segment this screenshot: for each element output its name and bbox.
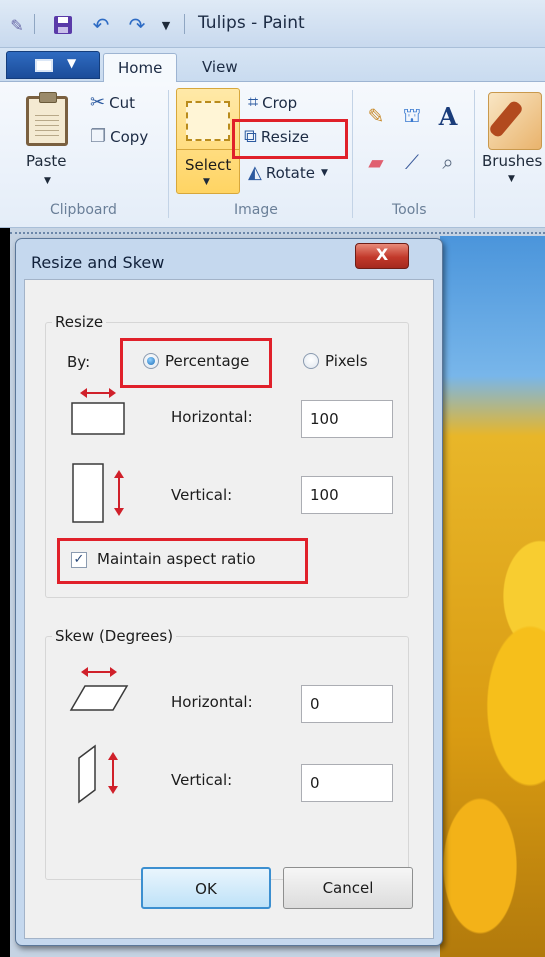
save-icon[interactable]: [50, 12, 76, 38]
resize-horizontal-input[interactable]: 100: [301, 400, 393, 438]
canvas-edge: [0, 228, 10, 957]
vertical-skew-icon: [78, 744, 118, 804]
text-tool-icon[interactable]: A: [432, 100, 464, 132]
divider: [474, 90, 475, 218]
horizontal-skew-icon: [69, 667, 129, 711]
resize-label: Resize: [260, 127, 309, 146]
ribbon-tabs: ▼ Home View: [0, 48, 545, 83]
skew-vertical-input[interactable]: 0: [301, 764, 393, 802]
resize-skew-dialog: Resize and Skew X Resize By: Percentage …: [15, 238, 443, 946]
canvas-border: [10, 232, 545, 234]
close-button[interactable]: X: [355, 243, 409, 269]
select-button[interactable]: Select ▼: [176, 88, 240, 194]
cut-button[interactable]: ✂ Cut: [90, 92, 135, 113]
percentage-label[interactable]: Percentage: [165, 352, 249, 370]
eraser-icon[interactable]: ▰: [360, 146, 392, 178]
paste-label: Paste: [26, 152, 67, 170]
maintain-aspect-label[interactable]: Maintain aspect ratio: [97, 550, 256, 568]
chevron-down-icon: ▼: [203, 177, 210, 187]
resize-group-title: Resize: [52, 313, 107, 331]
clipboard-icon: [26, 92, 68, 146]
select-label: Select: [185, 156, 232, 174]
dialog-title: Resize and Skew: [31, 253, 165, 272]
copy-icon: ❐: [90, 126, 107, 147]
copy-button[interactable]: ❐ Copy: [90, 126, 148, 147]
skew-horizontal-input[interactable]: 0: [301, 685, 393, 723]
crop-label: Crop: [262, 93, 298, 112]
resize-vertical-label: Vertical:: [171, 486, 233, 504]
dialog-body: Resize By: Percentage Pixels Horizontal:…: [24, 279, 434, 939]
by-label: By:: [67, 353, 91, 371]
undo-icon[interactable]: ↶: [88, 12, 114, 38]
fill-bucket-icon[interactable]: ⛫: [396, 100, 428, 132]
rotate-label: Rotate: [265, 163, 315, 182]
redo-icon[interactable]: ↷: [124, 12, 150, 38]
tab-home[interactable]: Home: [103, 53, 178, 83]
group-label-clipboard: Clipboard: [50, 202, 117, 218]
paste-button[interactable]: Paste ▼: [18, 88, 78, 192]
cut-label: Cut: [109, 93, 135, 112]
pixels-label[interactable]: Pixels: [325, 352, 368, 370]
brushes-label: Brushes: [482, 152, 543, 170]
customize-toolbar-icon[interactable]: ▼: [156, 12, 176, 38]
copy-label: Copy: [110, 127, 149, 146]
vertical-resize-icon: [72, 463, 124, 523]
percentage-radio[interactable]: [143, 353, 159, 369]
group-label-image: Image: [234, 202, 278, 218]
window-title: Tulips - Paint: [198, 13, 305, 33]
brush-icon: [488, 92, 542, 150]
skew-vertical-label: Vertical:: [171, 771, 233, 789]
tab-view[interactable]: View: [188, 53, 252, 83]
divider: [34, 14, 35, 34]
scissors-icon: ✂: [90, 92, 106, 113]
magnifier-icon[interactable]: ⌕: [432, 146, 464, 178]
selection-icon: [186, 101, 230, 141]
divider: [168, 90, 169, 218]
resize-icon: ⧉: [244, 126, 257, 147]
title-bar: ✎ ↶ ↷ ▼ Tulips - Paint: [0, 0, 545, 48]
resize-horizontal-label: Horizontal:: [171, 408, 253, 426]
paint-menu-button[interactable]: ▼: [6, 51, 100, 79]
pencil-icon[interactable]: ✎: [360, 100, 392, 132]
divider: [184, 14, 185, 34]
chevron-down-icon: ▼: [67, 56, 77, 70]
paint-app-icon[interactable]: ✎: [4, 12, 30, 38]
divider: [352, 90, 353, 218]
skew-horizontal-label: Horizontal:: [171, 693, 253, 711]
cancel-button[interactable]: Cancel: [283, 867, 413, 909]
brushes-button[interactable]: Brushes ▼: [482, 82, 545, 192]
color-picker-icon[interactable]: ⟋: [396, 146, 428, 178]
menu-icon: [35, 59, 53, 72]
horizontal-resize-icon: [71, 388, 125, 435]
chevron-down-icon: ▼: [508, 174, 515, 184]
divider: [177, 149, 239, 150]
tulips-image[interactable]: [440, 236, 545, 957]
resize-vertical-input[interactable]: 100: [301, 476, 393, 514]
crop-icon: ⌗: [248, 92, 259, 113]
maintain-aspect-checkbox[interactable]: ✓: [71, 552, 87, 568]
chevron-down-icon: ▼: [320, 167, 328, 178]
ribbon: Paste ▼ ✂ Cut ❐ Copy Clipboard Select ▼ …: [0, 82, 545, 228]
pixels-radio[interactable]: [303, 353, 319, 369]
ok-button[interactable]: OK: [141, 867, 271, 909]
crop-button[interactable]: ⌗ Crop: [248, 92, 297, 113]
rotate-button[interactable]: ◭ Rotate ▼: [248, 162, 328, 183]
skew-group-title: Skew (Degrees): [52, 627, 177, 645]
group-label-tools: Tools: [392, 202, 427, 218]
resize-button[interactable]: ⧉ Resize: [244, 126, 309, 147]
chevron-down-icon: ▼: [44, 176, 51, 186]
rotate-icon: ◭: [248, 162, 262, 183]
